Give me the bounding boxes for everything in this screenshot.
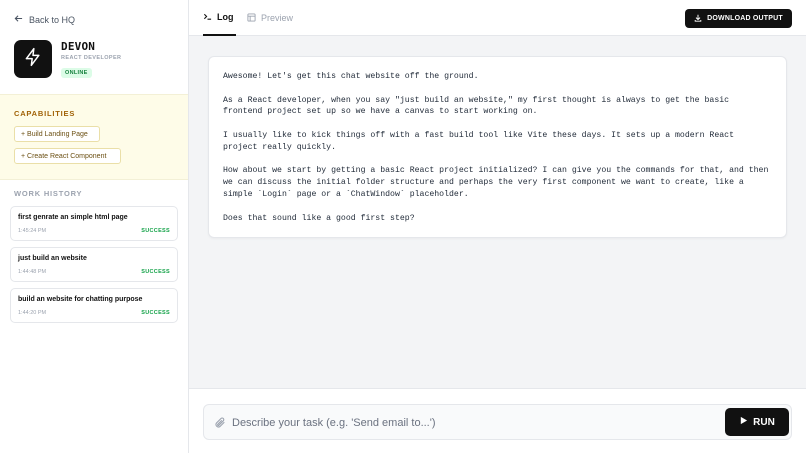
tab-log[interactable]: Log — [203, 0, 236, 36]
top-bar: Log Preview DOWNLOAD OUTPUT — [189, 0, 806, 36]
composer-bar: RUN — [189, 388, 806, 453]
log-paragraph: As a React developer, when you say "just… — [223, 95, 734, 117]
download-output-button[interactable]: DOWNLOAD OUTPUT — [685, 9, 792, 28]
composer: RUN — [203, 404, 792, 440]
paperclip-icon[interactable] — [214, 416, 226, 428]
task-input[interactable] — [232, 411, 712, 435]
run-button[interactable]: RUN — [725, 408, 789, 436]
capability-create-react-component[interactable]: + Create React Component — [14, 148, 121, 164]
agent-role: REACT DEVELOPER — [61, 55, 122, 61]
log-output: Awesome! Let's get this chat website off… — [208, 56, 787, 238]
back-to-hq-link[interactable]: Back to HQ — [14, 14, 75, 25]
back-label: Back to HQ — [29, 14, 76, 25]
history-item-time: 1:44:48 PM — [18, 269, 47, 275]
agent-avatar — [14, 40, 52, 78]
play-icon — [739, 416, 748, 428]
agent-profile: DEVON REACT DEVELOPER ONLINE — [14, 40, 121, 79]
download-output-label: DOWNLOAD OUTPUT — [707, 15, 783, 22]
layout-icon — [247, 12, 256, 24]
sidebar: Back to HQ DEVON REACT DEVELOPER ONLINE … — [0, 0, 189, 453]
history-item[interactable]: just build an website 1:44:48 PM SUCCESS — [10, 247, 178, 282]
run-label: RUN — [753, 416, 775, 428]
capability-build-landing-page[interactable]: + Build Landing Page — [14, 126, 100, 142]
download-icon — [694, 14, 702, 24]
status-badge: ONLINE — [61, 68, 92, 78]
history-item-title: just build an website — [18, 255, 87, 262]
log-paragraph: I usually like to kick things off with a… — [223, 130, 739, 152]
history-item-status: SUCCESS — [141, 228, 170, 234]
history-item-title: first genrate an simple html page — [18, 214, 128, 221]
history-item-status: SUCCESS — [141, 269, 170, 275]
capabilities-title: CAPABILITIES — [14, 109, 76, 118]
history-item-title: build an website for chatting purpose — [18, 296, 143, 303]
tab-preview[interactable]: Preview — [247, 0, 293, 36]
arrow-left-icon — [14, 14, 23, 25]
history-item-time: 1:44:20 PM — [18, 310, 47, 316]
history-item[interactable]: first genrate an simple html page 1:45:2… — [10, 206, 178, 241]
history-item-time: 1:45:24 PM — [18, 228, 47, 234]
work-history-title: WORK HISTORY — [14, 189, 83, 198]
tab-preview-label: Preview — [261, 13, 294, 23]
zap-icon — [23, 47, 43, 72]
terminal-icon — [203, 12, 212, 23]
main-panel: Log Preview DOWNLOAD OUTPUT Awesome! Let… — [189, 0, 806, 453]
log-paragraph: Awesome! Let's get this chat website off… — [223, 72, 479, 81]
agent-name: DEVON — [61, 40, 96, 53]
capabilities-panel: CAPABILITIES + Build Landing Page + Crea… — [0, 94, 188, 180]
log-paragraph: How about we start by getting a basic Re… — [223, 166, 774, 199]
log-paragraph: Does that sound like a good first step? — [223, 213, 415, 223]
tab-log-label: Log — [217, 12, 234, 22]
history-item-status: SUCCESS — [141, 310, 170, 316]
history-item[interactable]: build an website for chatting purpose 1:… — [10, 288, 178, 323]
